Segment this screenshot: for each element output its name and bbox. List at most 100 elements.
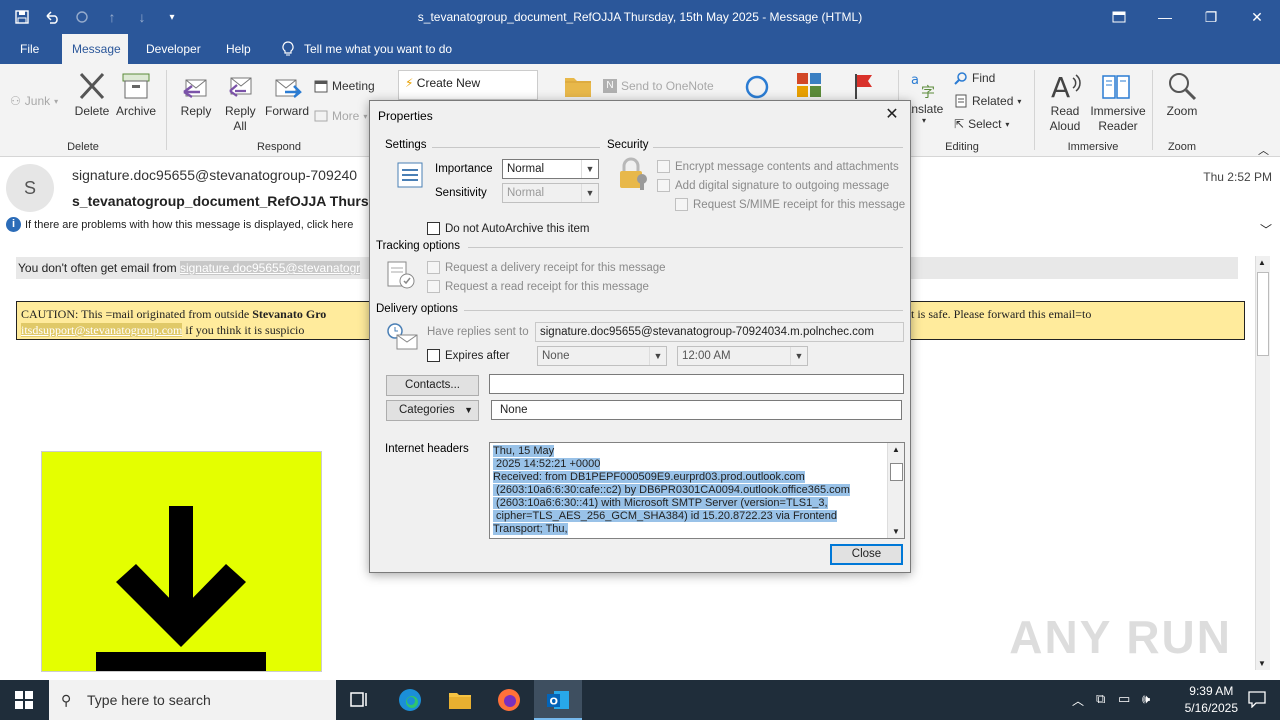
contacts-button[interactable]: Contacts...: [386, 375, 479, 396]
more-respond-button[interactable]: More ▾: [314, 109, 367, 123]
internet-headers-textarea[interactable]: Thu, 15 May 2025 14:52:21 +0000 Received:…: [489, 442, 905, 539]
divider: [468, 247, 903, 248]
replies-to-field[interactable]: signature.doc95655@stevanatogroup-709240…: [535, 322, 904, 342]
notifications-icon[interactable]: [1248, 690, 1266, 711]
related-button[interactable]: Related ▾: [954, 94, 1021, 108]
task-view-icon[interactable]: [346, 686, 374, 714]
svg-text:字: 字: [921, 85, 935, 100]
collapse-ribbon-icon[interactable]: ︿: [1258, 142, 1269, 158]
support-email-link[interactable]: itsdsupport@stevanatogroup.com: [21, 323, 183, 337]
delete-button[interactable]: Delete: [72, 70, 112, 118]
scrollbar-thumb[interactable]: [1257, 272, 1269, 356]
delivery-receipt-checkbox[interactable]: Request a delivery receipt for this mess…: [427, 261, 666, 274]
network-icon[interactable]: ▭: [1118, 691, 1130, 707]
scroll-up-icon[interactable]: ▲: [1258, 258, 1266, 267]
expires-after-checkbox[interactable]: Expires after: [427, 349, 510, 362]
categories-field[interactable]: None: [491, 400, 902, 420]
immersive-reader-button[interactable]: Immersive Reader: [1090, 70, 1146, 134]
scroll-up-icon[interactable]: ▲: [892, 445, 900, 454]
ribbon-display-options-icon[interactable]: [1096, 0, 1142, 34]
tell-me-search[interactable]: Tell me what you want to do: [272, 34, 462, 64]
forward-button[interactable]: Forward: [264, 70, 310, 118]
sender-address[interactable]: signature.doc95655@stevanatogroup-709240: [72, 167, 357, 183]
create-new-quick-step[interactable]: ⚡ Create New: [405, 76, 480, 90]
scroll-down-icon[interactable]: ▼: [1258, 659, 1266, 668]
forward-icon: [275, 79, 302, 98]
close-button[interactable]: Close: [830, 544, 903, 565]
tab-file[interactable]: File: [10, 34, 49, 64]
read-receipt-checkbox[interactable]: Request a read receipt for this message: [427, 280, 649, 293]
junk-button[interactable]: ⚇ Junk ▾: [10, 94, 58, 108]
header-line: Transport; Thu,: [493, 523, 568, 535]
download-image[interactable]: [41, 451, 322, 672]
maximize-button[interactable]: ❐: [1188, 0, 1234, 34]
find-button[interactable]: Find: [954, 71, 995, 85]
autoarchive-checkbox[interactable]: Do not AutoArchive this item: [427, 222, 589, 235]
read-aloud-button[interactable]: A Read Aloud: [1042, 70, 1088, 134]
device-icon[interactable]: ⧉: [1096, 691, 1105, 707]
find-icon: [954, 72, 967, 85]
zoom-group-label: Zoom: [1167, 141, 1197, 153]
svg-text:O: O: [550, 697, 559, 708]
junk-icon: ⚇: [10, 94, 21, 108]
header-line: (2603:10a6:6:30::41) with Microsoft SMTP…: [493, 497, 828, 509]
dialog-close-icon[interactable]: ✕: [882, 105, 902, 125]
select-button[interactable]: ⇱ Select ▾: [954, 117, 1009, 131]
security-heading: Security: [607, 139, 649, 151]
reply-button[interactable]: Reply: [176, 70, 216, 118]
expires-date-select[interactable]: None ▼: [537, 346, 667, 366]
divider: [464, 310, 903, 311]
info-bar[interactable]: i If there are problems with how this me…: [6, 217, 353, 232]
download-arrow-icon: [96, 506, 266, 671]
tab-help[interactable]: Help: [216, 34, 261, 64]
flag-icon[interactable]: [852, 72, 876, 103]
encrypt-checkbox[interactable]: Encrypt message contents and attachments: [657, 160, 899, 173]
window-title: s_tevanatogroup_document_RefOJJA Thursda…: [417, 10, 863, 24]
sensitivity-select[interactable]: Normal ▼: [502, 183, 599, 203]
scroll-down-icon[interactable]: ▼: [892, 527, 900, 536]
zoom-icon: [1169, 73, 1197, 101]
expires-time-select[interactable]: 12:00 AM ▼: [677, 346, 808, 366]
avatar: S: [6, 164, 54, 212]
sender-link[interactable]: signature.doc95655@stevanatogr: [179, 261, 361, 275]
message-scrollbar[interactable]: ▲ ▼: [1255, 256, 1270, 670]
taskbar-search[interactable]: ⚲ Type here to search: [49, 680, 336, 720]
firefox-icon[interactable]: [495, 686, 523, 714]
tab-message[interactable]: Message: [62, 34, 128, 64]
importance-select[interactable]: Normal ▼: [502, 159, 599, 179]
message-subject: s_tevanatogroup_document_RefOJJA Thursd: [72, 193, 378, 209]
file-explorer-icon[interactable]: [446, 686, 474, 714]
categories-button[interactable]: Categories ▼: [386, 400, 479, 421]
move-folder-icon[interactable]: [563, 70, 593, 103]
digital-signature-checkbox[interactable]: Add digital signature to outgoing messag…: [657, 179, 889, 192]
smime-receipt-checkbox[interactable]: Request S/MIME receipt for this message: [675, 198, 905, 211]
meeting-button[interactable]: Meeting: [314, 79, 375, 93]
contacts-field[interactable]: [489, 374, 904, 394]
chevron-down-icon: ▼: [790, 347, 807, 365]
edge-icon[interactable]: [396, 686, 424, 714]
zoom-button[interactable]: Zoom: [1160, 70, 1204, 118]
svg-text:a: a: [911, 73, 919, 88]
send-to-onenote-button[interactable]: N Send to OneNote: [603, 79, 714, 93]
show-hidden-icons[interactable]: ︿: [1072, 692, 1084, 709]
quick-steps-gallery[interactable]: ⚡ Create New: [398, 70, 538, 100]
headers-scrollbar[interactable]: ▲ ▼: [887, 443, 904, 538]
reply-all-button[interactable]: Reply All: [220, 70, 260, 134]
scrollbar-thumb[interactable]: [890, 463, 903, 481]
tab-developer[interactable]: Developer: [136, 34, 211, 64]
windows-start-icon[interactable]: [10, 686, 38, 714]
close-window-button[interactable]: ✕: [1234, 0, 1280, 34]
archive-button[interactable]: Archive: [114, 70, 158, 118]
translate-icon: a字: [911, 73, 935, 100]
tell-me-label: Tell me what you want to do: [304, 42, 453, 56]
cursor-icon: ⇱: [954, 117, 965, 131]
minimize-button[interactable]: —: [1142, 0, 1188, 34]
taskbar-clock[interactable]: 9:39 AM 5/16/2025: [1185, 683, 1238, 717]
outlook-taskbar-button[interactable]: O: [534, 680, 582, 720]
message-time: Thu 2:52 PM: [1203, 170, 1272, 184]
apps-icon[interactable]: [796, 72, 822, 101]
expand-header-icon[interactable]: ﹀: [1260, 221, 1272, 238]
ribbon-tabs: File Message Developer Help Tell me what…: [0, 34, 1280, 64]
dialog-title: Properties: [378, 109, 433, 123]
volume-icon[interactable]: 🕪: [1142, 691, 1150, 707]
